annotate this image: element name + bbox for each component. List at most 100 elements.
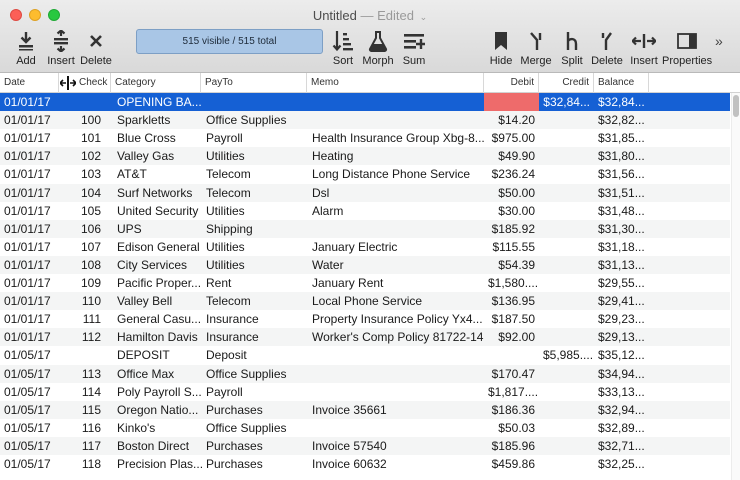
cell-date[interactable]: 01/01/17 (0, 220, 59, 238)
cell-credit[interactable] (539, 437, 594, 455)
cell-category[interactable]: Kinko's (113, 419, 203, 437)
cell-check[interactable]: 104 (59, 184, 105, 202)
cell-credit[interactable] (539, 202, 594, 220)
cell-memo[interactable]: Invoice 35661 (308, 401, 484, 419)
cell-payto[interactable]: Utilities (202, 202, 308, 220)
cell-debit[interactable]: $170.47 (484, 365, 539, 383)
cell-memo[interactable]: Property Insurance Policy Yx4... (308, 310, 484, 328)
table-row[interactable]: 01/05/17 117 Boston Direct Purchases Invoice… (0, 437, 730, 455)
delete-button[interactable]: Delete (80, 30, 112, 70)
cell-credit[interactable] (539, 328, 594, 346)
cell-balance[interactable]: $32,71... (594, 437, 649, 455)
cell-memo[interactable]: Water (308, 256, 484, 274)
cell-credit[interactable]: $5,985.... (539, 346, 594, 364)
cell-payto[interactable]: Insurance (202, 328, 308, 346)
add-button[interactable]: Add (10, 30, 42, 70)
cell-credit[interactable] (539, 184, 594, 202)
cell-credit[interactable] (539, 455, 594, 473)
cell-memo[interactable]: January Rent (308, 274, 484, 292)
cell-balance[interactable]: $29,55... (594, 274, 649, 292)
cell-credit[interactable]: $32,84... (539, 93, 594, 111)
table-row[interactable]: 01/05/17 116 Kinko's Office Supplies $50.03 $… (0, 419, 730, 437)
table-row[interactable]: 01/01/17 100 Sparkletts Office Supplies $14.… (0, 111, 730, 129)
column-header-credit[interactable]: Credit (539, 73, 594, 93)
window-title[interactable]: Untitled — Edited ⌄ (0, 8, 740, 23)
cell-debit[interactable]: $54.39 (484, 256, 539, 274)
cell-balance[interactable]: $31,51... (594, 184, 649, 202)
cell-credit[interactable] (539, 383, 594, 401)
cell-memo[interactable] (308, 346, 484, 364)
cell-debit[interactable]: $1,580.... (484, 274, 539, 292)
cell-check[interactable]: 114 (59, 383, 105, 401)
cell-credit[interactable] (539, 147, 594, 165)
cell-category[interactable]: OPENING BA... (113, 93, 203, 111)
cell-balance[interactable]: $34,94... (594, 365, 649, 383)
cell-balance[interactable]: $31,48... (594, 202, 649, 220)
cell-credit[interactable] (539, 310, 594, 328)
cell-date[interactable]: 01/01/17 (0, 147, 59, 165)
cell-memo[interactable]: Long Distance Phone Service (308, 165, 484, 183)
cell-payto[interactable] (202, 93, 308, 111)
cell-balance[interactable]: $32,89... (594, 419, 649, 437)
cell-payto[interactable]: Payroll (202, 383, 308, 401)
cell-debit[interactable] (484, 346, 539, 364)
cell-balance[interactable]: $29,23... (594, 310, 649, 328)
cell-check[interactable] (59, 93, 105, 111)
cell-credit[interactable] (539, 220, 594, 238)
cell-payto[interactable]: Office Supplies (202, 419, 308, 437)
table-row[interactable]: 01/01/17 108 City Services Utilities Water $5… (0, 256, 730, 274)
cell-category[interactable]: Oregon Natio... (113, 401, 203, 419)
cell-debit[interactable]: $236.24 (484, 165, 539, 183)
cell-date[interactable]: 01/01/17 (0, 93, 59, 111)
cell-payto[interactable]: Utilities (202, 238, 308, 256)
cell-payto[interactable]: Purchases (202, 455, 308, 473)
cell-debit[interactable]: $115.55 (484, 238, 539, 256)
cell-category[interactable]: Office Max (113, 365, 203, 383)
cell-balance[interactable]: $32,94... (594, 401, 649, 419)
cell-check[interactable]: 105 (59, 202, 105, 220)
column-header-category[interactable]: Category (111, 73, 201, 93)
cell-check[interactable]: 111 (59, 310, 105, 328)
sort-button[interactable]: Sort (328, 30, 358, 70)
cell-date[interactable]: 01/01/17 (0, 310, 59, 328)
table-row[interactable]: 01/01/17 110 Valley Bell Telecom Local Phone… (0, 292, 730, 310)
column-header-memo[interactable]: Memo (307, 73, 484, 93)
cell-debit[interactable]: $185.92 (484, 220, 539, 238)
cell-debit[interactable]: $187.50 (484, 310, 539, 328)
cell-payto[interactable]: Shipping (202, 220, 308, 238)
cell-payto[interactable]: Office Supplies (202, 111, 308, 129)
insert-column-button[interactable]: Insert (627, 30, 661, 70)
column-header-date[interactable]: Date (0, 73, 59, 93)
cell-memo[interactable]: Local Phone Service (308, 292, 484, 310)
cell-category[interactable]: Blue Cross (113, 129, 203, 147)
cell-balance[interactable]: $32,84... (594, 93, 649, 111)
cell-date[interactable]: 01/01/17 (0, 129, 59, 147)
cell-balance[interactable]: $31,30... (594, 220, 649, 238)
cell-credit[interactable] (539, 238, 594, 256)
table-row[interactable]: 01/05/17 113 Office Max Office Supplies $170… (0, 365, 730, 383)
cell-date[interactable]: 01/05/17 (0, 437, 59, 455)
cell-date[interactable]: 01/05/17 (0, 346, 59, 364)
cell-check[interactable]: 110 (59, 292, 105, 310)
properties-button[interactable]: Properties (662, 30, 712, 70)
cell-memo[interactable] (308, 111, 484, 129)
cell-date[interactable]: 01/01/17 (0, 328, 59, 346)
cell-memo[interactable]: Health Insurance Group Xbg-8... (308, 129, 484, 147)
cell-debit[interactable]: $186.36 (484, 401, 539, 419)
cell-date[interactable]: 01/01/17 (0, 238, 59, 256)
cell-debit[interactable]: $136.95 (484, 292, 539, 310)
cell-payto[interactable]: Deposit (202, 346, 308, 364)
table-row[interactable]: 01/01/17 102 Valley Gas Utilities Heating $49… (0, 147, 730, 165)
table-row[interactable]: 01/01/17 111 General Casu... Insurance Prope… (0, 310, 730, 328)
cell-memo[interactable]: Invoice 60632 (308, 455, 484, 473)
table-row[interactable]: 01/05/17 115 Oregon Natio... Purchases Invoi… (0, 401, 730, 419)
cell-check[interactable]: 115 (59, 401, 105, 419)
merge-button[interactable]: Merge (519, 30, 553, 70)
table-row[interactable]: 01/01/17 112 Hamilton Davis Insurance Worker… (0, 328, 730, 346)
cell-check[interactable]: 107 (59, 238, 105, 256)
cell-check[interactable]: 116 (59, 419, 105, 437)
cell-balance[interactable]: $31,80... (594, 147, 649, 165)
cell-check[interactable]: 103 (59, 165, 105, 183)
cell-payto[interactable]: Purchases (202, 437, 308, 455)
cell-date[interactable]: 01/05/17 (0, 455, 59, 473)
